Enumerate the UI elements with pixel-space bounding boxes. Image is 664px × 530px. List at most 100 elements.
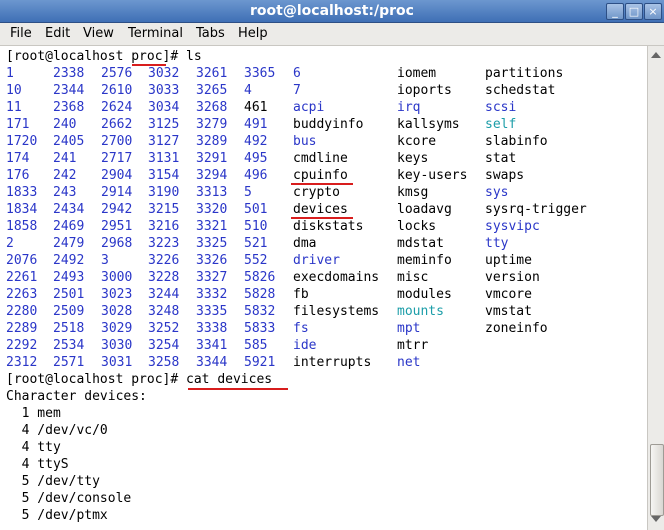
window-title: root@localhost:/proc: [250, 3, 414, 19]
ls-entry: self: [485, 117, 517, 132]
output-line: 4 /dev/vc/0: [6, 423, 108, 438]
ls-entry: version: [485, 270, 540, 285]
ls-entry: 501: [244, 202, 268, 217]
ls-entry: 2968: [101, 236, 133, 251]
ls-entry: 2914: [101, 185, 133, 200]
ls-entry: 2312: [6, 355, 38, 370]
menu-view[interactable]: View: [83, 26, 114, 41]
ls-row: 2261 2493 3000 3228 3327 5826 execdomains misc v…: [6, 269, 646, 286]
ls-entry: diskstats: [293, 219, 364, 234]
ls-entry: 3248: [148, 304, 180, 319]
ls-row: 2263 2501 3023 3244 3332 5828 fb modules vmcore: [6, 286, 646, 303]
ls-entry: 2280: [6, 304, 38, 319]
ls-row: 2292 2534 3030 3254 3341 585 ide mtrr: [6, 337, 646, 354]
menu-help[interactable]: Help: [238, 26, 268, 41]
scroll-down-icon[interactable]: [651, 516, 661, 522]
ls-entry: kcore: [397, 134, 437, 149]
prompt-suffix: ]# ls: [162, 49, 202, 64]
ls-entry: 3023: [101, 287, 133, 302]
ls-entry: 2: [6, 236, 14, 251]
ls-entry: 3125: [148, 117, 180, 132]
ls-entry: 552: [244, 253, 268, 268]
ls-entry: 3216: [148, 219, 180, 234]
ls-entry: 3344: [196, 355, 228, 370]
prompt-ls-line: [root@localhost proc]# ls: [6, 48, 202, 65]
ls-entry: 3313: [196, 185, 228, 200]
ls-entry: 1: [6, 66, 14, 81]
ls-entry: mounts: [397, 304, 444, 319]
ls-entry: 2338: [53, 66, 85, 81]
ls-entry: execdomains: [293, 270, 380, 285]
menu-terminal[interactable]: Terminal: [128, 26, 183, 41]
ls-entry: filesystems: [293, 304, 380, 319]
ls-entry: driver: [293, 253, 340, 268]
ls-row: 1720 2405 2700 3127 3289 492 bus kcore slabinfo: [6, 133, 646, 150]
ls-row: 2280 2509 3028 3248 3335 5832 filesystems mount…: [6, 303, 646, 320]
ls-entry: 2076: [6, 253, 38, 268]
ls-entry: 3365: [244, 66, 276, 81]
ls-row: 1 2338 2576 3032 3261 3365 6 iomem partitions: [6, 65, 646, 82]
ls-entry: 3029: [101, 321, 133, 336]
ls-entry: 3252: [148, 321, 180, 336]
menu-bar: File Edit View Terminal Tabs Help: [0, 23, 664, 46]
ls-entry: mpt: [397, 321, 421, 336]
menu-file[interactable]: File: [10, 26, 32, 41]
ls-entry: 3000: [101, 270, 133, 285]
ls-entry: 1720: [6, 134, 38, 149]
ls-entry: mdstat: [397, 236, 444, 251]
ls-entry: 3332: [196, 287, 228, 302]
vertical-scrollbar[interactable]: [647, 46, 664, 530]
ls-entry: 5921: [244, 355, 276, 370]
ls-entry: 3254: [148, 338, 180, 353]
ls-entry: 3228: [148, 270, 180, 285]
ls-entry: 2405: [53, 134, 85, 149]
ls-entry: 2518: [53, 321, 85, 336]
ls-entry: cpuinfo: [293, 168, 348, 183]
ls-entry: 521: [244, 236, 268, 251]
ls-row: 2312 2571 3031 3258 3344 5921 interrupts net: [6, 354, 646, 371]
ls-entry: 495: [244, 151, 268, 166]
ls-entry: 2492: [53, 253, 85, 268]
ls-entry: 3244: [148, 287, 180, 302]
ls-entry: 171: [6, 117, 30, 132]
menu-edit[interactable]: Edit: [45, 26, 70, 41]
maximize-button[interactable]: □: [625, 3, 643, 20]
ls-entry: 3338: [196, 321, 228, 336]
ls-entry: 1833: [6, 185, 38, 200]
ls-entry: 242: [53, 168, 77, 183]
ls-entry: ide: [293, 338, 317, 353]
ls-entry: kallsyms: [397, 117, 460, 132]
ls-entry: crypto: [293, 185, 340, 200]
ls-entry: 3291: [196, 151, 228, 166]
ls-entry: 2479: [53, 236, 85, 251]
ls-entry: 3294: [196, 168, 228, 183]
ls-entry: vmstat: [485, 304, 532, 319]
ls-entry: 2700: [101, 134, 133, 149]
ls-entry: 2576: [101, 66, 133, 81]
ls-entry: devices: [293, 202, 348, 217]
ls-entry: 2263: [6, 287, 38, 302]
ls-entry: sys: [485, 185, 509, 200]
ls-row: 1858 2469 2951 3216 3321 510 diskstats locks sys…: [6, 218, 646, 235]
ls-entry: 492: [244, 134, 268, 149]
ls-entry: 1858: [6, 219, 38, 234]
ls-entry: 3327: [196, 270, 228, 285]
close-button[interactable]: ×: [644, 3, 662, 20]
menu-tabs[interactable]: Tabs: [196, 26, 225, 41]
ls-entry: schedstat: [485, 83, 556, 98]
scrollbar-thumb[interactable]: [650, 444, 664, 516]
ls-entry: 3261: [196, 66, 228, 81]
scroll-up-icon[interactable]: [651, 52, 661, 58]
ls-entry: 3223: [148, 236, 180, 251]
ls-entry: 2292: [6, 338, 38, 353]
ls-entry: 3131: [148, 151, 180, 166]
prompt-dir: proc: [131, 49, 163, 64]
ls-entry: 241: [53, 151, 77, 166]
terminal-output[interactable]: [root@localhost proc]# ls 1 2338 2576 3032 3…: [0, 46, 647, 530]
minimize-button[interactable]: _: [606, 3, 624, 20]
ls-entry: 5: [244, 185, 252, 200]
ls-entry: 5826: [244, 270, 276, 285]
annotation-underline-cpuinfo: [291, 183, 353, 185]
ls-entry: swaps: [485, 168, 525, 183]
ls-entry: 3279: [196, 117, 228, 132]
